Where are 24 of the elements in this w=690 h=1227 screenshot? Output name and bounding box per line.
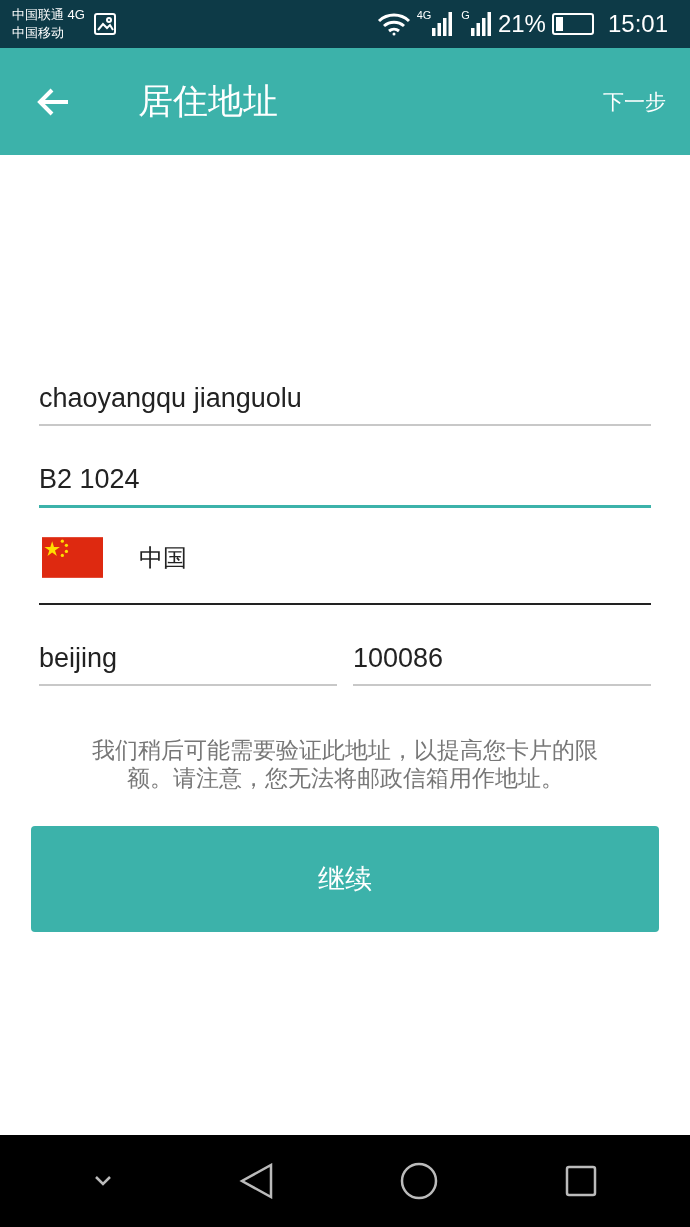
- recent-apps-icon[interactable]: [564, 1165, 597, 1197]
- back-icon[interactable]: [238, 1163, 273, 1199]
- home-icon[interactable]: [399, 1162, 438, 1200]
- text-field[interactable]: chaoyangqu jianguolu: [39, 344, 651, 426]
- text-field[interactable]: beijing: [39, 605, 337, 686]
- image-icon: [92, 12, 117, 36]
- carrier-label: 中国移动: [12, 24, 65, 42]
- country-selector[interactable]: 中国: [39, 508, 651, 605]
- chevron-down-icon[interactable]: [93, 1175, 112, 1187]
- carrier-label: 中国联通 4G: [12, 6, 85, 24]
- network-type-label: G: [461, 10, 470, 21]
- text-field[interactable]: B2 1024: [39, 426, 651, 508]
- signal-icon: [431, 12, 454, 36]
- battery-icon: [551, 13, 594, 35]
- address-note: 我们稍后可能需要验证此地址，以提高您卡片的限额。请注意，您无法将邮政信箱用作地址。: [91, 736, 599, 792]
- clock: 15:01: [607, 9, 668, 39]
- signal-icon: [469, 12, 492, 36]
- flag-icon: [42, 535, 103, 580]
- network-type-label: 4G: [416, 10, 432, 21]
- battery-percentage: 21%: [497, 9, 546, 39]
- text-field[interactable]: 100086: [353, 605, 651, 686]
- page-title: 居住地址: [138, 80, 278, 123]
- back-arrow-icon[interactable]: [36, 86, 70, 117]
- wifi-icon: [376, 12, 411, 36]
